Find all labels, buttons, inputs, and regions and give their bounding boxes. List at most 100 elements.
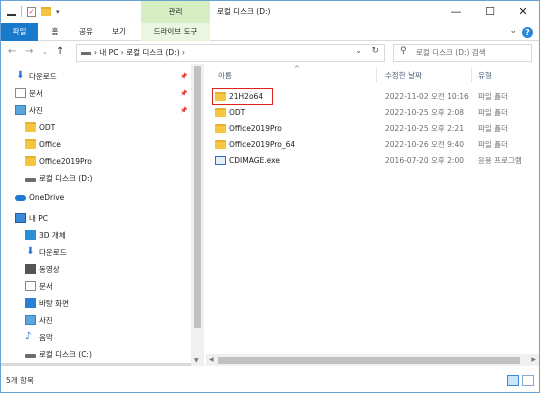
tab-share[interactable]: 공유 bbox=[73, 23, 99, 41]
forward-arrow-icon[interactable]: → bbox=[25, 46, 33, 57]
folder-icon bbox=[215, 124, 226, 133]
sidebar-item[interactable]: 동영상 bbox=[1, 261, 191, 278]
sidebar-item-label: 문서 bbox=[39, 282, 53, 291]
sidebar-item[interactable]: 문서 bbox=[1, 278, 191, 295]
sidebar-item[interactable]: 로컬 디스크 (D:) bbox=[1, 363, 191, 366]
highlight-box bbox=[212, 88, 273, 105]
table-row[interactable]: ODT 2022-10-25 오후 2:08 파일 폴더 bbox=[210, 105, 539, 121]
file-date: 2022-11-02 오전 10:16 bbox=[385, 92, 469, 101]
sidebar-item-label: 다운로드 bbox=[29, 72, 57, 81]
address-bar[interactable]: › 내 PC › 로컬 디스크 (D:) › ⌄ ↻ bbox=[76, 44, 385, 62]
sidebar-item-label: 문서 bbox=[29, 89, 43, 98]
table-row[interactable]: CDIMAGE.exe 2016-07-20 오후 2:00 응용 프로그램 bbox=[210, 153, 539, 169]
window-menu-icon[interactable] bbox=[7, 13, 16, 16]
file-type: 파일 폴더 bbox=[478, 108, 508, 117]
videos-icon bbox=[25, 264, 36, 274]
folder-icon bbox=[25, 156, 36, 166]
column-divider[interactable] bbox=[376, 68, 377, 82]
tab-view[interactable]: 보기 bbox=[106, 23, 132, 41]
address-dropdown-icon[interactable]: ⌄ bbox=[355, 46, 362, 55]
tab-home[interactable]: 홈 bbox=[45, 23, 65, 41]
column-headers: ^ 이름 수정한 날짜 유형 bbox=[206, 64, 539, 86]
file-type: 파일 폴더 bbox=[478, 124, 508, 133]
sidebar-item[interactable]: 로컬 디스크 (D:) bbox=[1, 170, 191, 187]
scroll-down-icon[interactable]: ▼ bbox=[194, 357, 199, 364]
pin-icon: 📌 bbox=[180, 107, 188, 114]
sidebar-item-label: 사진 bbox=[39, 316, 53, 325]
sidebar-item[interactable]: 사진 📌 bbox=[1, 102, 191, 119]
sidebar-item[interactable]: 바탕 화면 bbox=[1, 295, 191, 312]
manage-context-header: 관리 bbox=[141, 1, 210, 23]
sidebar-item-label: 사진 bbox=[29, 106, 43, 115]
file-date: 2022-10-25 오후 2:21 bbox=[385, 124, 464, 133]
sidebar-item[interactable]: 로컬 디스크 (C:) bbox=[1, 346, 191, 363]
sidebar-item[interactable]: Office2019Pro bbox=[1, 153, 191, 170]
item-count: 5개 항목 bbox=[6, 376, 34, 385]
search-box[interactable]: ⚲ 로컬 디스크 (D:) 검색 bbox=[393, 44, 532, 62]
folder-icon bbox=[25, 122, 36, 132]
sidebar-item-label: 로컬 디스크 (D:) bbox=[39, 363, 92, 366]
nav-scrollbar[interactable]: ▼ bbox=[191, 64, 204, 366]
properties-icon[interactable]: ✓ bbox=[27, 6, 36, 17]
file-type: 파일 폴더 bbox=[478, 140, 508, 149]
pc-icon bbox=[15, 213, 26, 223]
minimize-button[interactable]: — bbox=[439, 1, 473, 23]
column-date[interactable]: 수정한 날짜 bbox=[385, 70, 422, 81]
tab-drive-tools[interactable]: 드라이브 도구 bbox=[141, 23, 210, 41]
sidebar-item[interactable]: OneDrive bbox=[1, 189, 191, 206]
help-icon[interactable]: ? bbox=[522, 27, 533, 38]
sidebar-item[interactable]: ODT bbox=[1, 119, 191, 136]
drive-icon bbox=[25, 178, 36, 182]
file-name: Office2019Pro bbox=[229, 124, 282, 133]
new-folder-icon[interactable] bbox=[41, 7, 51, 16]
sidebar-item[interactable]: ⬇ 다운로드 bbox=[1, 244, 191, 261]
sidebar-item-label: 로컬 디스크 (D:) bbox=[39, 174, 93, 183]
scroll-left-icon[interactable]: ◀ bbox=[209, 356, 214, 363]
column-divider[interactable] bbox=[471, 68, 472, 82]
file-name: CDIMAGE.exe bbox=[229, 156, 280, 165]
sidebar-item[interactable]: 문서 📌 bbox=[1, 85, 191, 102]
column-name[interactable]: 이름 bbox=[218, 70, 232, 81]
sidebar-item[interactable]: 사진 bbox=[1, 312, 191, 329]
pictures-icon bbox=[15, 105, 26, 115]
recent-locations-icon[interactable]: ⌄ bbox=[42, 48, 48, 56]
search-placeholder: 로컬 디스크 (D:) 검색 bbox=[416, 48, 486, 57]
customize-toolbar-icon[interactable]: ▾ bbox=[56, 8, 60, 16]
sidebar-item-label: ODT bbox=[39, 123, 56, 132]
sort-ascending-icon: ^ bbox=[294, 65, 300, 73]
sidebar-item-label: 음악 bbox=[39, 333, 53, 342]
maximize-button[interactable]: ☐ bbox=[473, 1, 507, 23]
sidebar-item[interactable]: Office bbox=[1, 136, 191, 153]
quick-access-toolbar: ✓ ▾ bbox=[7, 6, 60, 17]
sidebar-item[interactable]: 내 PC bbox=[1, 210, 191, 227]
file-date: 2016-07-20 오후 2:00 bbox=[385, 156, 464, 165]
download-arrow-icon: ⬇ bbox=[26, 246, 35, 257]
drive-icon bbox=[25, 354, 36, 358]
file-date: 2022-10-25 오후 2:08 bbox=[385, 108, 464, 117]
horizontal-scrollbar[interactable]: ◀ ▶ bbox=[206, 354, 539, 366]
nav-scrollbar-thumb[interactable] bbox=[194, 66, 201, 328]
sidebar-item-label: 바탕 화면 bbox=[39, 299, 69, 308]
table-row[interactable]: Office2019Pro_64 2022-10-26 오전 9:40 파일 폴더 bbox=[210, 137, 539, 153]
back-arrow-icon[interactable]: ← bbox=[8, 46, 16, 57]
large-icons-view-icon[interactable] bbox=[522, 375, 534, 386]
details-view-icon[interactable] bbox=[507, 375, 519, 386]
ribbon-tabs: 파일 홈 공유 보기 드라이브 도구 ⌄ ? bbox=[1, 23, 539, 41]
breadcrumb[interactable]: › 내 PC › 로컬 디스크 (D:) › bbox=[94, 45, 185, 61]
expand-ribbon-icon[interactable]: ⌄ bbox=[509, 26, 517, 36]
tab-file[interactable]: 파일 bbox=[1, 23, 38, 41]
close-button[interactable]: ✕ bbox=[506, 1, 540, 23]
sidebar-item[interactable]: 3D 개체 bbox=[1, 227, 191, 244]
horizontal-scrollbar-thumb[interactable] bbox=[218, 357, 520, 364]
sidebar-item-label: Office2019Pro bbox=[39, 157, 92, 166]
sidebar-item[interactable]: ⬇ 다운로드 📌 bbox=[1, 68, 191, 85]
pin-icon: 📌 bbox=[180, 73, 188, 80]
sidebar-item[interactable]: ♪ 음악 bbox=[1, 329, 191, 346]
sidebar-item-label: Office bbox=[39, 140, 61, 149]
refresh-icon[interactable]: ↻ bbox=[371, 46, 379, 56]
column-type[interactable]: 유형 bbox=[478, 70, 492, 81]
up-arrow-icon[interactable]: ↑ bbox=[56, 46, 64, 57]
navigation-pane: ⬇ 다운로드 📌 문서 📌 사진 📌 ODT Office Office2019Pro 로컬 디스크… bbox=[1, 64, 204, 366]
scroll-right-icon[interactable]: ▶ bbox=[531, 356, 536, 363]
table-row[interactable]: Office2019Pro 2022-10-25 오후 2:21 파일 폴더 bbox=[210, 121, 539, 137]
